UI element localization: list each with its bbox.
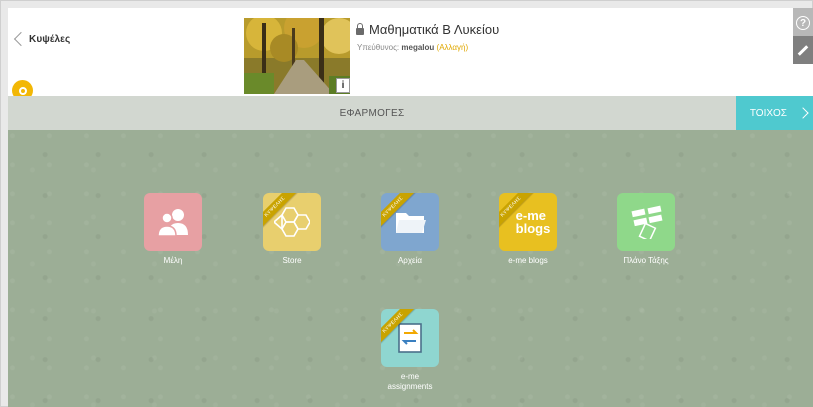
- course-title: Μαθηματικά Β Λυκείου: [356, 22, 499, 37]
- course-header: Κυψέλες i Μαθηματικά Β Λυκείου Υπεύθυνος…: [8, 8, 813, 101]
- owner-prefix: Υπεύθυνος:: [357, 43, 400, 52]
- app-blogs[interactable]: e-me blogs ΚΥΨΕΛΗΣ e-me blogs: [488, 193, 568, 266]
- app-label: Αρχεία: [397, 256, 423, 265]
- pencil-icon: [797, 44, 809, 56]
- course-title-text: Μαθηματικά Β Λυκείου: [369, 22, 500, 37]
- app-label: Store: [282, 256, 302, 265]
- app-tile: [144, 193, 202, 251]
- gear-icon: [18, 86, 27, 95]
- app-assignments[interactable]: ΚΥΨΕΛΗΣ e-me assignments: [370, 309, 450, 392]
- hexagons-icon: [274, 207, 310, 237]
- app-label: e-me blogs: [508, 256, 548, 265]
- app-tile: ΚΥΨΕΛΗΣ: [381, 193, 439, 251]
- app-tile: [617, 193, 675, 251]
- lock-icon: [356, 22, 364, 35]
- class-plan-icon: [631, 205, 663, 239]
- owner-name: megalou: [401, 43, 435, 52]
- course-info-button[interactable]: i: [336, 78, 350, 93]
- app-store[interactable]: ΚΥΨΕΛΗΣ Store: [252, 193, 332, 266]
- course-owner: Υπεύθυνος: megalou (Αλλαγή): [357, 43, 468, 52]
- edit-button[interactable]: [793, 36, 813, 64]
- chevron-right-icon: [797, 107, 809, 119]
- app-members[interactable]: Μέλη: [133, 193, 213, 266]
- users-icon: [157, 209, 188, 237]
- app-tile: e-me blogs ΚΥΨΕΛΗΣ: [499, 193, 557, 251]
- blogs-icon: e-me blogs: [516, 209, 551, 235]
- app-files[interactable]: ΚΥΨΕΛΗΣ Αρχεία: [370, 193, 450, 266]
- tab-wall-label: ΤΟΙΧΟΣ: [749, 107, 787, 119]
- app-class-plan[interactable]: Πλάνο Τάξης: [606, 193, 686, 266]
- owner-change-link[interactable]: (Αλλαγή): [437, 43, 469, 52]
- assignments-icon: [398, 323, 422, 353]
- tab-apps[interactable]: ΕΦΑΡΜΟΓΕΣ: [8, 96, 736, 130]
- apps-area: Μέλη ΚΥΨΕΛΗΣ Store ΚΥΨΕΛΗΣ Αρχεία e-me b…: [8, 130, 813, 407]
- app-tile: ΚΥΨΕΛΗΣ: [381, 309, 439, 367]
- app-label: Μέλη: [163, 256, 183, 265]
- blogs-icon-line2: blogs: [515, 221, 551, 236]
- question-icon: ?: [796, 16, 810, 30]
- chevron-left-icon: [13, 31, 29, 47]
- course-image: [244, 18, 350, 94]
- app-label: e-me assignments: [387, 372, 433, 391]
- app-label: Πλάνο Τάξης: [623, 256, 669, 265]
- back-button[interactable]: Κυψέλες: [12, 30, 70, 48]
- tab-bar: ΕΦΑΡΜΟΓΕΣ ΤΟΙΧΟΣ: [8, 96, 813, 130]
- app-tile: ΚΥΨΕΛΗΣ: [263, 193, 321, 251]
- help-button[interactable]: ?: [793, 8, 813, 38]
- folder-icon: [396, 213, 426, 233]
- back-label: Κυψέλες: [29, 33, 71, 45]
- tab-wall[interactable]: ΤΟΙΧΟΣ: [736, 96, 813, 130]
